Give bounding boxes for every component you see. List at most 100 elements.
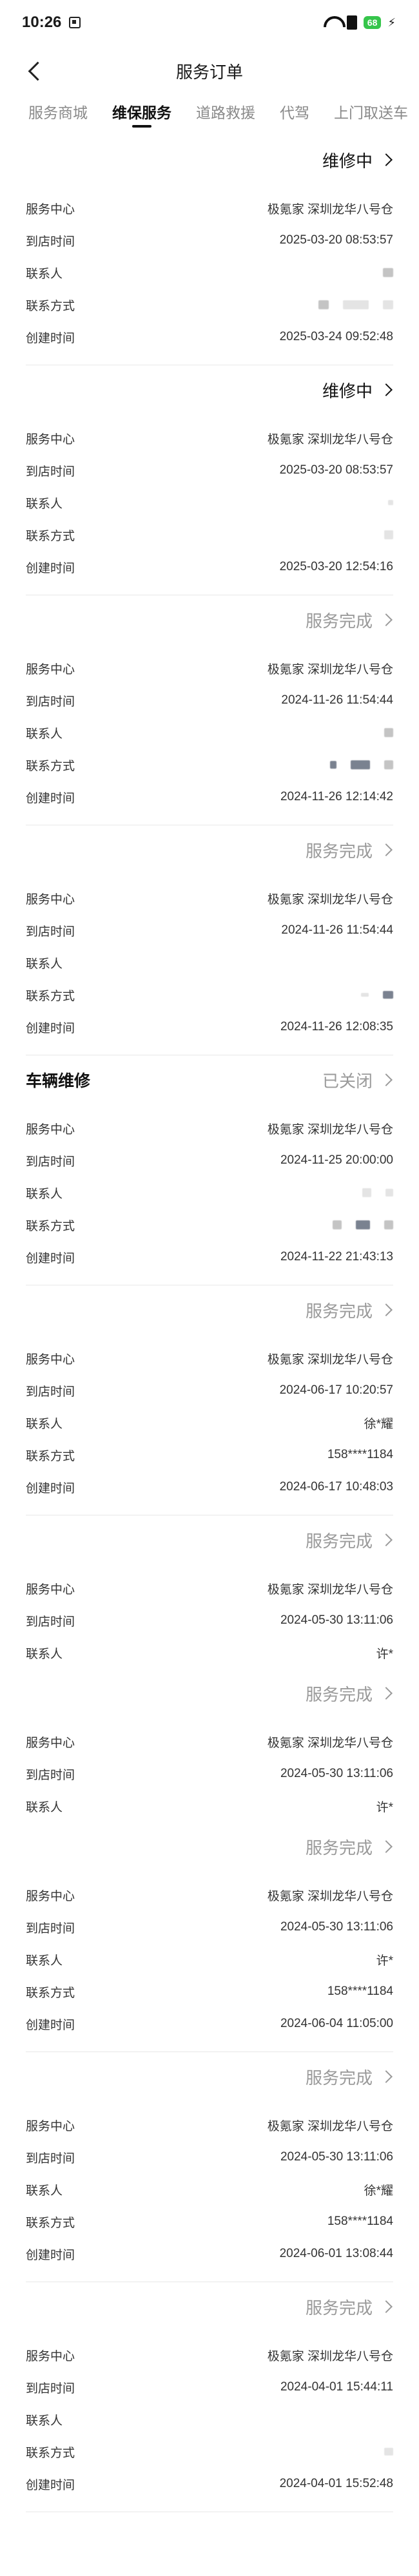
order-status: 维修中 (322, 381, 373, 401)
field-value (384, 726, 393, 740)
order-field-contact: 联系人 徐*耀 (26, 2173, 393, 2206)
order-status-link[interactable]: 服务完成 (306, 2295, 393, 2319)
order-fields: 服务中心 极氪家 深圳龙华八号仓 到店时间 2024-05-30 13:11:06 联系… (26, 1564, 393, 1669)
field-label: 联系方式 (26, 1986, 75, 2000)
field-value (330, 758, 393, 772)
order-field-arrival: 到店时间 2024-05-30 13:11:06 (26, 1604, 393, 1637)
order-header: 车辆维修 已关闭 (26, 1055, 393, 1104)
order-fields: 服务中心 极氪家 深圳龙华八号仓 到店时间 2024-04-01 15:44:11 联系… (26, 2331, 393, 2500)
order-card[interactable]: 维修中服务中心 极氪家 深圳龙华八号仓 到店时间 2025-03-20 08:53:5… (26, 365, 393, 595)
field-value: 2025-03-20 08:53:57 (279, 233, 393, 247)
field-label: 服务中心 (26, 432, 75, 447)
field-value: 2024-04-01 15:52:48 (279, 2477, 393, 2490)
order-card[interactable]: 服务完成 服务中心 极氪家 深圳龙华八号仓 到店时间 2024-06-17 10:20:… (26, 1285, 393, 1515)
order-status-link[interactable]: 服务完成 (306, 2065, 393, 2089)
order-status: 服务完成 (305, 1684, 373, 1704)
tab-2[interactable]: 道路救援 (196, 97, 255, 135)
field-label: 服务中心 (26, 1352, 75, 1367)
order-field-contact: 联系人 (26, 716, 393, 749)
order-header: 服务完成 (26, 1669, 393, 1718)
tab-3[interactable]: 代驾 (280, 97, 309, 135)
field-value: 许* (376, 1954, 393, 1968)
order-field-phone: 联系方式 (26, 979, 393, 1011)
field-value: 2024-06-17 10:20:57 (279, 1383, 393, 1397)
order-field-arrival: 到店时间 2024-05-30 13:11:06 (26, 2141, 393, 2173)
charging-icon: ⚡ (387, 15, 396, 29)
order-field-arrival: 到店时间 2024-11-25 20:00:00 (26, 1144, 393, 1177)
order-card[interactable]: 车辆维修 已关闭服务中心 极氪家 深圳龙华八号仓 到店时间 2024-11-25 20:… (26, 1055, 393, 1285)
order-status-link[interactable]: 服务完成 (306, 838, 393, 862)
order-status-link[interactable]: 服务完成 (306, 1298, 393, 1322)
field-label: 联系人 (26, 267, 63, 281)
status-time-group: 10:26 (22, 14, 81, 32)
field-label: 联系人 (26, 2184, 63, 2198)
field-label: 服务中心 (26, 1736, 75, 1750)
field-value: 徐*耀 (364, 1417, 393, 1431)
field-label: 联系方式 (26, 759, 75, 773)
order-card[interactable]: 服务完成 服务中心 极氪家 深圳龙华八号仓 到店时间 2024-05-30 13:11:… (26, 1822, 393, 2052)
field-label: 到店时间 (26, 1921, 75, 1936)
order-field-arrival: 到店时间 2024-04-01 15:44:11 (26, 2371, 393, 2403)
back-button[interactable] (24, 59, 48, 82)
order-card[interactable]: 服务完成服务中心 极氪家 深圳龙华八号仓 到店时间 2024-04-01 15:44:… (26, 2282, 393, 2512)
field-label: 到店时间 (26, 1768, 75, 1782)
field-value (333, 1218, 393, 1232)
chevron-right-icon (380, 2300, 393, 2313)
status-time: 10:26 (22, 14, 62, 31)
field-label: 联系方式 (26, 989, 75, 1003)
tab-4[interactable]: 上门取送车 (334, 97, 408, 135)
order-field-arrival: 到店时间 2024-05-30 13:11:06 (26, 1758, 393, 1790)
order-status-link[interactable]: 维修中 (322, 148, 393, 172)
tab-1[interactable]: 维保服务 (112, 97, 171, 135)
order-header: 服务完成 (26, 1822, 393, 1871)
order-field-center: 服务中心 极氪家 深圳龙华八号仓 (26, 2339, 393, 2371)
field-value (384, 528, 393, 542)
field-value: 许* (376, 1647, 393, 1661)
order-card[interactable]: 服务完成服务中心 极氪家 深圳龙华八号仓 到店时间 2024-05-30 13:11:… (26, 2052, 393, 2282)
order-fields: 服务中心 极氪家 深圳龙华八号仓 到店时间 2024-05-30 13:11:06 联系… (26, 1871, 393, 2040)
field-value: 2025-03-20 08:53:57 (279, 463, 393, 477)
order-field-created: 创建时间 2024-06-04 11:05:00 (26, 2008, 393, 2040)
chevron-right-icon (380, 1533, 393, 1546)
field-value: 2024-11-26 12:14:42 (280, 790, 393, 803)
order-field-center: 服务中心 极氪家 深圳龙华八号仓 (26, 2109, 393, 2141)
sim-icon (346, 15, 357, 30)
order-card[interactable]: 服务完成 服务中心 极氪家 深圳龙华八号仓 到店时间 2024-05-30 13:11:… (26, 1669, 393, 1822)
order-fields: 服务中心 极氪家 深圳龙华八号仓 到店时间 2025-03-20 08:53:57 联系… (26, 414, 393, 583)
order-field-arrival: 到店时间 2025-03-20 08:53:57 (26, 224, 393, 256)
order-header: 服务完成 (26, 2282, 393, 2331)
field-value: 极氪家 深圳龙华八号仓 (267, 1122, 393, 1137)
order-field-center: 服务中心 极氪家 深圳龙华八号仓 (26, 1112, 393, 1144)
field-value: 2024-11-26 12:08:35 (280, 1020, 393, 1033)
battery-icon: 68 (363, 16, 382, 29)
field-value: 158****1184 (327, 2215, 393, 2228)
field-value: 2025-03-24 09:52:48 (279, 330, 393, 343)
order-card[interactable]: 维修中 服务中心 极氪家 深圳龙华八号仓 到店时间 2025-03-20 08:53:5… (26, 135, 393, 365)
field-label: 创建时间 (26, 1251, 75, 1265)
order-status-link[interactable]: 服务完成 (306, 1528, 393, 1552)
order-field-arrival: 到店时间 2024-05-30 13:11:06 (26, 1911, 393, 1943)
order-status-link[interactable]: 服务完成 (306, 608, 393, 632)
order-field-phone: 联系方式 (26, 1209, 393, 1241)
field-label: 联系人 (26, 1800, 63, 1814)
nav-bar: 服务订单 (0, 45, 419, 97)
field-value: 2024-06-17 10:48:03 (279, 1480, 393, 1494)
order-status-link[interactable]: 服务完成 (306, 1835, 393, 1859)
field-label: 服务中心 (26, 2119, 75, 2133)
field-label: 到店时间 (26, 695, 75, 709)
order-card[interactable]: 服务完成服务中心 极氪家 深圳龙华八号仓 到店时间 2024-05-30 13:11:… (26, 1515, 393, 1669)
field-value: 2024-05-30 13:11:06 (280, 1920, 393, 1934)
order-card[interactable]: 服务完成 服务中心 极氪家 深圳龙华八号仓 到店时间 2024-11-26 11:54:… (26, 825, 393, 1055)
field-value (384, 2445, 393, 2459)
tab-0[interactable]: 服务商城 (28, 97, 88, 135)
field-label: 联系方式 (26, 299, 75, 313)
order-status-link[interactable]: 维修中 (322, 378, 393, 402)
field-label: 联系人 (26, 957, 63, 971)
order-card[interactable]: 服务完成 服务中心 极氪家 深圳龙华八号仓 到店时间 2024-11-26 11:54:… (26, 595, 393, 825)
order-header: 服务完成 (26, 1285, 393, 1334)
order-status-link[interactable]: 已关闭 (322, 1068, 393, 1092)
order-field-contact: 联系人 (26, 2403, 393, 2436)
order-status-link[interactable]: 服务完成 (306, 1682, 393, 1706)
field-label: 联系方式 (26, 1449, 75, 1463)
order-status: 服务完成 (305, 611, 373, 631)
